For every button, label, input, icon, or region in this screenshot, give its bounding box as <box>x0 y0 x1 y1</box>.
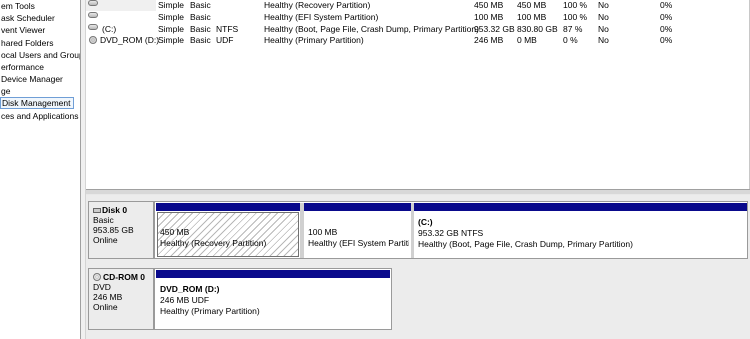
volume-pct-free: 87 % <box>563 24 583 34</box>
volume-status: Healthy (Primary Partition) <box>264 35 364 45</box>
partition-status: Healthy (Recovery Partition) <box>160 238 267 248</box>
partition-name: DVD_ROM (D:) <box>160 284 220 294</box>
volume-overhead: 0% <box>660 0 673 10</box>
volume-type: Basic <box>190 35 211 45</box>
volume-layout: Simple <box>158 35 184 45</box>
partition-c[interactable]: (C:) 953.32 GB NTFS Healthy (Boot, Page … <box>414 203 747 258</box>
disk-graphical-view: Disk 0 Basic 953.85 GB Online 450 MB Hea… <box>86 195 750 339</box>
disk-size: 246 MB <box>93 292 123 302</box>
partition-size: 246 MB UDF <box>160 295 210 305</box>
volume-free: 0 MB <box>517 35 537 45</box>
tree-item-system-tools[interactable]: em Tools <box>0 0 37 12</box>
disk-state: Online <box>93 302 118 312</box>
volume-capacity: 246 MB <box>474 35 504 45</box>
tree-item-services-apps[interactable]: ces and Applications <box>0 110 80 122</box>
partition-bar <box>156 203 300 211</box>
volume-row[interactable]: (C:) Simple Basic NTFS Healthy (Boot, Pa… <box>86 24 750 35</box>
disk-name: CD-ROM 0 <box>103 272 146 282</box>
tree-item-disk-management[interactable]: Disk Management <box>0 97 74 109</box>
disk-state: Online <box>93 235 118 245</box>
dvd-icon <box>89 36 97 44</box>
disk-icon <box>93 208 101 213</box>
volume-overhead: 0% <box>660 24 673 34</box>
volume-layout: Simple <box>158 12 184 22</box>
disk-type: Basic <box>93 215 114 225</box>
volume-fs: UDF <box>216 35 234 45</box>
partition-name: (C:) <box>418 217 433 227</box>
volume-fault-tolerance: No <box>598 0 609 10</box>
volume-type: Basic <box>190 24 211 34</box>
volume-status: Healthy (Boot, Page File, Crash Dump, Pr… <box>264 24 479 34</box>
disk-type: DVD <box>93 282 111 292</box>
volume-pct-free: 100 % <box>563 12 588 22</box>
tree-item-storage[interactable]: ge <box>0 85 12 97</box>
tree-item-shared-folders[interactable]: hared Folders <box>0 37 55 49</box>
tree-item-event-viewer[interactable]: vent Viewer <box>0 24 47 36</box>
drive-icon <box>88 12 98 18</box>
partition-status: Healthy (Primary Partition) <box>160 306 260 316</box>
partition-status: Healthy (EFI System Partition) <box>308 238 409 248</box>
partition-bar <box>414 203 747 211</box>
volume-name: (C:) <box>102 24 117 34</box>
volume-free: 830.80 GB <box>517 24 558 34</box>
drive-icon <box>88 0 98 6</box>
cdrom-0-label[interactable]: CD-ROM 0 DVD 246 MB Online <box>88 268 154 330</box>
partition-dvd[interactable]: DVD_ROM (D:) 246 MB UDF Healthy (Primary… <box>156 270 390 328</box>
volume-capacity: 450 MB <box>474 0 504 10</box>
tree-item-device-manager[interactable]: Device Manager <box>0 73 65 85</box>
volume-fault-tolerance: No <box>598 24 609 34</box>
volume-layout: Simple <box>158 0 184 10</box>
volume-layout: Simple <box>158 24 184 34</box>
partition-size: 953.32 GB NTFS <box>418 228 484 238</box>
partition-size: 100 MB <box>308 227 338 237</box>
disk-name: Disk 0 <box>102 205 128 215</box>
volume-capacity: 953.32 GB <box>474 24 515 34</box>
disk-0-label[interactable]: Disk 0 Basic 953.85 GB Online <box>88 201 154 259</box>
partition-status: Healthy (Boot, Page File, Crash Dump, Pr… <box>418 239 633 249</box>
volume-pct-free: 100 % <box>563 0 588 10</box>
volume-status: Healthy (Recovery Partition) <box>264 0 371 10</box>
volume-status: Healthy (EFI System Partition) <box>264 12 379 22</box>
drive-icon <box>88 24 98 30</box>
disk-management-pane: Simple Basic Healthy (Recovery Partition… <box>86 0 750 339</box>
volume-fault-tolerance: No <box>598 35 609 45</box>
cdrom-icon <box>93 273 101 281</box>
volume-type: Basic <box>190 12 211 22</box>
partition-size: 450 MB <box>160 227 190 237</box>
volume-fault-tolerance: No <box>598 12 609 22</box>
cdrom-0-partitions: DVD_ROM (D:) 246 MB UDF Healthy (Primary… <box>154 268 392 330</box>
volume-list: Simple Basic Healthy (Recovery Partition… <box>86 0 750 189</box>
volume-free: 100 MB <box>517 12 547 22</box>
volume-pct-free: 0 % <box>563 35 578 45</box>
console-tree: em Tools ask Scheduler vent Viewer hared… <box>0 0 80 339</box>
volume-overhead: 0% <box>660 12 673 22</box>
volume-free: 450 MB <box>517 0 547 10</box>
tree-item-task-scheduler[interactable]: ask Scheduler <box>0 12 57 24</box>
volume-fs: NTFS <box>216 24 239 34</box>
volume-name: DVD_ROM (D:) <box>100 35 160 45</box>
volume-row[interactable]: Simple Basic Healthy (EFI System Partiti… <box>86 12 750 23</box>
volume-overhead: 0% <box>660 35 673 45</box>
volume-capacity: 100 MB <box>474 12 504 22</box>
partition-bar <box>304 203 411 211</box>
tree-item-performance[interactable]: erformance <box>0 61 46 73</box>
volume-row[interactable]: Simple Basic Healthy (Recovery Partition… <box>86 0 750 11</box>
partition-efi[interactable]: 100 MB Healthy (EFI System Partition) <box>304 203 411 258</box>
partition-recovery[interactable]: 450 MB Healthy (Recovery Partition) <box>156 203 300 258</box>
partition-bar <box>156 270 390 278</box>
tree-item-local-users[interactable]: ocal Users and Groups <box>0 49 80 61</box>
volume-type: Basic <box>190 0 211 10</box>
disk-size: 953.85 GB <box>93 225 134 235</box>
disk-0-partitions: 450 MB Healthy (Recovery Partition) 100 … <box>154 201 748 259</box>
volume-row[interactable]: DVD_ROM (D:) Simple Basic UDF Healthy (P… <box>86 35 750 46</box>
